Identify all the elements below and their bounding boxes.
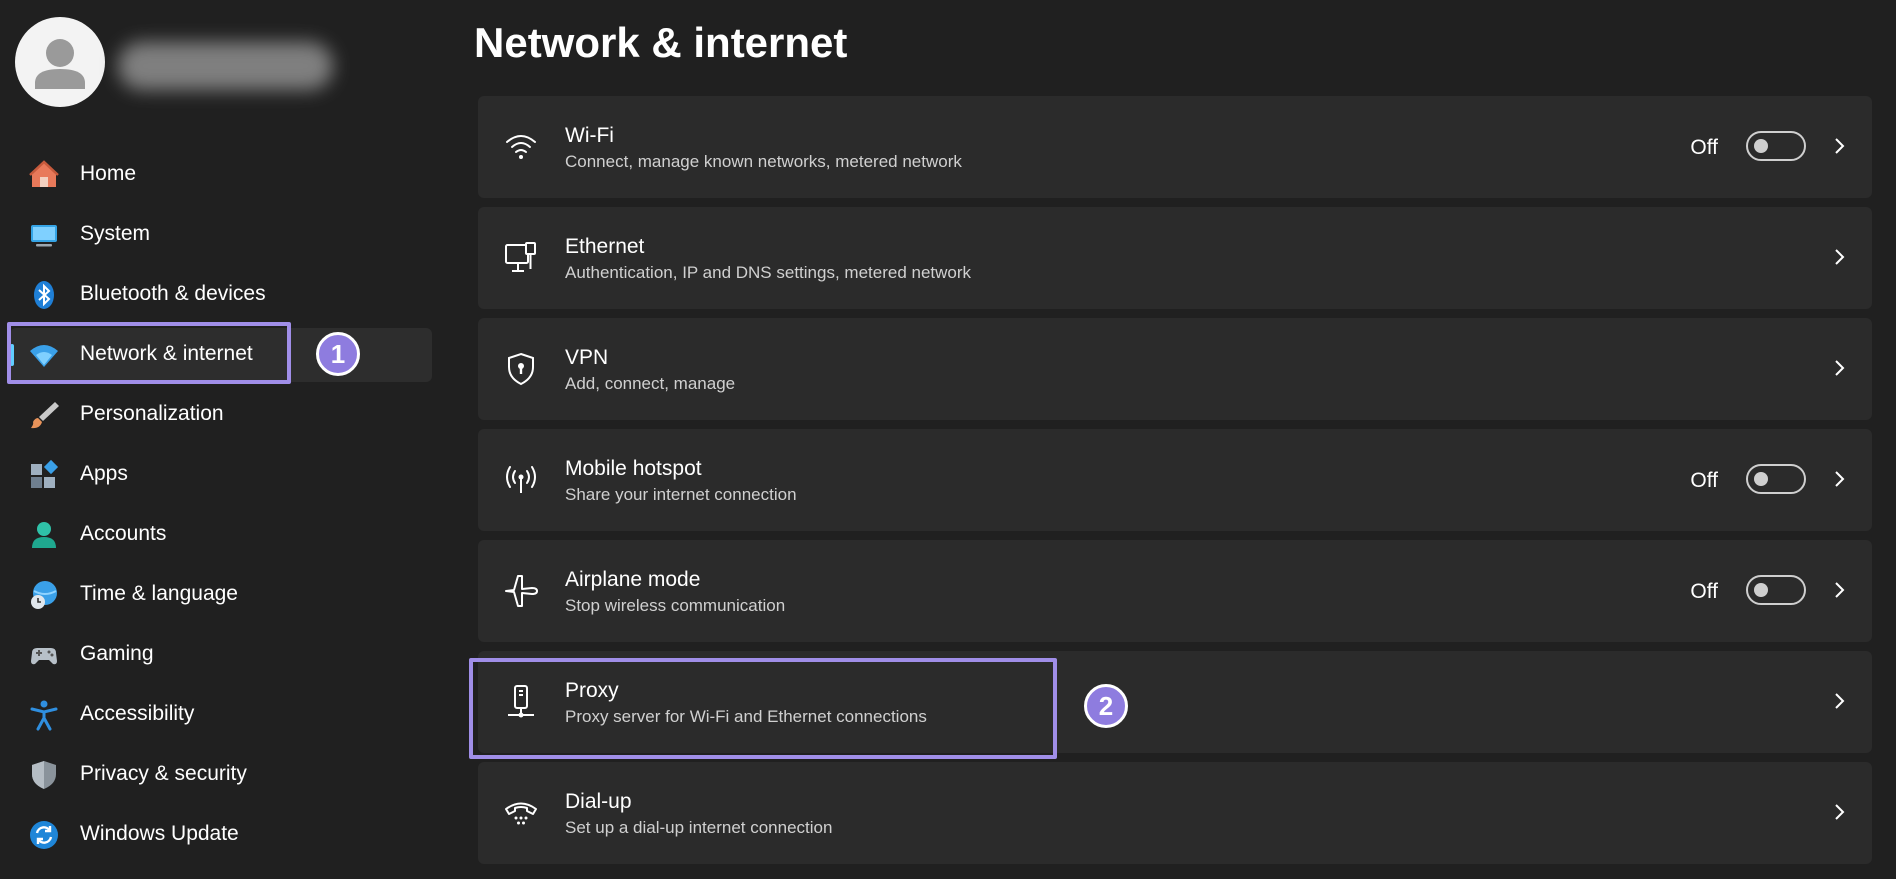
chevron-right-icon <box>1828 690 1850 712</box>
card-title: VPN <box>565 346 609 369</box>
accessibility-icon <box>28 699 60 731</box>
bluetooth-icon <box>28 279 60 311</box>
apps-icon <box>28 459 60 491</box>
sidebar-item-label: Apps <box>80 462 128 485</box>
sidebar-item-bluetooth[interactable]: Bluetooth & devices <box>0 264 440 324</box>
sidebar-item-gaming[interactable]: Gaming <box>0 624 440 684</box>
chevron-right-icon <box>1828 579 1850 601</box>
globe-clock-icon <box>28 579 60 611</box>
sidebar-item-label: Time & language <box>80 582 238 605</box>
user-avatar[interactable] <box>15 17 105 107</box>
sidebar-item-label: Accessibility <box>80 702 195 725</box>
airplane-toggle[interactable] <box>1746 575 1806 605</box>
sidebar-nav: Home System Bluetooth & devices Network … <box>0 144 440 864</box>
sidebar-item-accounts[interactable]: Accounts <box>0 504 440 564</box>
card-title: Ethernet <box>565 235 645 258</box>
page-title: Network & internet <box>474 19 848 66</box>
toggle-state-label: Off <box>1690 580 1718 603</box>
card-title: Dial-up <box>565 790 632 813</box>
toggle-state-label: Off <box>1690 136 1718 159</box>
sidebar-item-time-language[interactable]: Time & language <box>0 564 440 624</box>
home-icon <box>28 159 60 191</box>
chevron-right-icon <box>1828 246 1850 268</box>
update-icon <box>28 819 60 851</box>
card-airplane-mode[interactable]: Airplane mode Stop wireless communicatio… <box>478 540 1872 642</box>
card-dial-up[interactable]: Dial-up Set up a dial-up internet connec… <box>478 762 1872 864</box>
sidebar-item-label: Privacy & security <box>80 762 247 785</box>
sidebar-item-home[interactable]: Home <box>0 144 440 204</box>
card-title: Airplane mode <box>565 568 701 591</box>
card-mobile-hotspot[interactable]: Mobile hotspot Share your internet conne… <box>478 429 1872 531</box>
highlight-box-step-1 <box>7 322 291 384</box>
card-ethernet[interactable]: Ethernet Authentication, IP and DNS sett… <box>478 207 1872 309</box>
shield-icon <box>28 759 60 791</box>
brush-icon <box>28 399 60 431</box>
card-title: Mobile hotspot <box>565 457 702 480</box>
card-wifi[interactable]: Wi-Fi Connect, manage known networks, me… <box>478 96 1872 198</box>
sidebar-item-label: Bluetooth & devices <box>80 282 266 305</box>
card-subtitle: Authentication, IP and DNS settings, met… <box>565 263 972 282</box>
sidebar-item-apps[interactable]: Apps <box>0 444 440 504</box>
airplane-icon <box>502 572 540 610</box>
toggle-state-label: Off <box>1690 469 1718 492</box>
system-icon <box>28 219 60 251</box>
toggle-knob <box>1754 139 1768 153</box>
gamepad-icon <box>28 639 60 671</box>
card-subtitle: Stop wireless communication <box>565 596 786 615</box>
chevron-right-icon <box>1828 801 1850 823</box>
sidebar-item-windows-update[interactable]: Windows Update <box>0 804 440 864</box>
step-badge-2: 2 <box>1084 684 1128 728</box>
toggle-knob <box>1754 472 1768 486</box>
sidebar-item-label: System <box>80 222 151 245</box>
sidebar-item-label: Windows Update <box>80 822 239 845</box>
sidebar-item-label: Personalization <box>80 402 224 425</box>
vpn-shield-icon <box>502 350 540 388</box>
card-vpn[interactable]: VPN Add, connect, manage <box>478 318 1872 420</box>
sidebar-item-label: Home <box>80 162 137 185</box>
wifi-toggle[interactable] <box>1746 131 1806 161</box>
sidebar-item-label: Accounts <box>80 522 167 545</box>
hotspot-icon <box>502 461 540 499</box>
accounts-icon <box>28 519 60 551</box>
highlight-box-step-2 <box>469 658 1057 759</box>
hotspot-toggle[interactable] <box>1746 464 1806 494</box>
username-redacted <box>118 42 333 90</box>
sidebar-item-system[interactable]: System <box>0 204 440 264</box>
card-subtitle: Add, connect, manage <box>565 374 736 393</box>
card-subtitle: Share your internet connection <box>565 485 797 504</box>
dialup-icon <box>502 794 540 832</box>
sidebar-item-personalization[interactable]: Personalization <box>0 384 440 444</box>
sidebar-item-accessibility[interactable]: Accessibility <box>0 684 440 744</box>
card-title: Wi-Fi <box>565 124 614 147</box>
chevron-right-icon <box>1828 135 1850 157</box>
sidebar-item-privacy[interactable]: Privacy & security <box>0 744 440 804</box>
sidebar-item-label: Gaming <box>80 642 154 665</box>
ethernet-icon <box>502 239 540 277</box>
card-subtitle: Set up a dial-up internet connection <box>565 818 833 837</box>
wifi-icon <box>502 128 540 166</box>
chevron-right-icon <box>1828 357 1850 379</box>
chevron-right-icon <box>1828 468 1850 490</box>
card-subtitle: Connect, manage known networks, metered … <box>565 152 962 171</box>
toggle-knob <box>1754 583 1768 597</box>
step-badge-1: 1 <box>316 332 360 376</box>
person-icon <box>35 39 85 89</box>
